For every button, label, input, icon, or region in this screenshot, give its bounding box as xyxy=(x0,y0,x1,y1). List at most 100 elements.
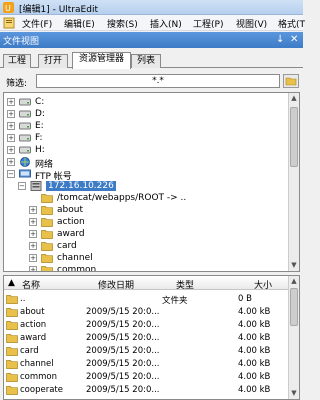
file-name: common xyxy=(20,372,58,382)
tree-item-label: channel xyxy=(57,253,93,263)
menu-format[interactable]: 格式(T xyxy=(278,17,305,30)
scroll-up-icon[interactable]: ▲ xyxy=(289,276,299,286)
file-size: 0 B xyxy=(238,294,252,304)
expand-icon[interactable]: + xyxy=(29,266,37,271)
sort-up-icon[interactable]: ▲ xyxy=(8,278,15,288)
tree-item-label: card xyxy=(57,241,77,251)
tab-explorer[interactable]: 资源管理器 xyxy=(72,52,131,69)
tree-item-label: common xyxy=(57,265,97,272)
file-size: 4.00 kB xyxy=(238,333,271,343)
expand-icon[interactable]: + xyxy=(29,218,37,226)
file-list[interactable]: ▲ 名称 修改日期 类型 大小 .. 文件夹 0 B about 2009/5/… xyxy=(3,275,300,400)
file-name: cooperate xyxy=(20,385,63,395)
tree-item-label: about xyxy=(57,205,83,215)
drive-icon xyxy=(19,134,31,142)
tree-item-label: action xyxy=(57,217,85,227)
tab-list[interactable]: 列表 xyxy=(131,54,161,68)
scroll-thumb[interactable] xyxy=(290,107,298,167)
list-item[interactable]: cooperate 2009/5/15 20:0... 4.00 kB xyxy=(4,385,290,396)
file-size: 4.00 kB xyxy=(238,346,271,356)
expand-icon[interactable]: + xyxy=(7,98,15,106)
menu-file[interactable]: 文件(F) xyxy=(22,17,52,30)
scroll-down-icon[interactable]: ▼ xyxy=(289,260,299,270)
list-scrollbar[interactable]: ▲ ▼ xyxy=(288,276,299,399)
folder-icon xyxy=(6,360,18,369)
folder-icon xyxy=(41,194,53,203)
folder-icon xyxy=(41,242,53,251)
expand-icon[interactable]: + xyxy=(7,122,15,130)
file-date: 2009/5/15 20:0... xyxy=(86,333,160,343)
folder-icon xyxy=(41,218,53,227)
folder-icon xyxy=(41,230,53,239)
close-icon[interactable]: ✕ xyxy=(290,34,298,45)
document-icon[interactable] xyxy=(3,17,15,29)
file-size: 4.00 kB xyxy=(238,307,271,317)
menu-edit[interactable]: 编辑(E) xyxy=(64,17,95,30)
expand-icon[interactable]: + xyxy=(29,230,37,238)
expand-icon[interactable]: + xyxy=(29,254,37,262)
window-title: [编辑1] - UltraEdit xyxy=(19,5,98,15)
column-header-size[interactable]: 大小 xyxy=(254,278,272,291)
column-header-name[interactable]: 名称 xyxy=(22,278,40,291)
tree-scrollbar[interactable]: ▲ ▼ xyxy=(288,93,299,271)
file-date: 2009/5/15 20:0... xyxy=(86,307,160,317)
ultraedit-app-icon: U xyxy=(3,2,14,13)
collapse-icon[interactable]: − xyxy=(18,182,26,190)
tree-item-label: C: xyxy=(35,97,45,107)
file-name: about xyxy=(20,307,45,317)
menu-bar: 文件(F) 编辑(E) 搜索(S) 插入(N) 工程(P) 视图(V) 格式(T xyxy=(0,15,305,31)
tab-project[interactable]: 工程 xyxy=(3,54,31,68)
drive-icon xyxy=(19,110,31,118)
folder-icon xyxy=(41,254,53,263)
expand-icon[interactable]: + xyxy=(29,206,37,214)
tree-item-label: award xyxy=(57,229,85,239)
file-size: 4.00 kB xyxy=(238,385,271,395)
list-item[interactable]: action 2009/5/15 20:0... 4.00 kB xyxy=(4,320,290,331)
folder-icon xyxy=(6,308,18,317)
file-date: 2009/5/15 20:0... xyxy=(86,359,160,369)
expand-icon[interactable]: + xyxy=(7,134,15,142)
expand-icon[interactable]: + xyxy=(7,110,15,118)
expand-icon[interactable]: + xyxy=(29,242,37,250)
folder-icon xyxy=(6,334,18,343)
filter-input[interactable]: *.* xyxy=(36,74,280,88)
svg-text:U: U xyxy=(5,4,11,13)
browse-folder-icon[interactable] xyxy=(283,74,299,88)
list-header: ▲ 名称 修改日期 类型 大小 xyxy=(4,276,290,291)
list-item[interactable]: common 2009/5/15 20:0... 4.00 kB xyxy=(4,372,290,383)
file-date: 2009/5/15 20:0... xyxy=(86,346,160,356)
list-item[interactable]: card 2009/5/15 20:0... 4.00 kB xyxy=(4,346,290,357)
drive-icon xyxy=(19,122,31,130)
tree-item-label: D: xyxy=(35,109,45,119)
list-item[interactable]: .. 文件夹 0 B xyxy=(4,294,290,306)
filter-bar: 筛选: *.* xyxy=(0,72,303,90)
file-name: action xyxy=(20,320,47,330)
tree-item-label: H: xyxy=(35,145,45,155)
scroll-down-icon[interactable]: ▼ xyxy=(289,388,299,398)
pin-icon[interactable]: ↓ xyxy=(276,34,284,45)
explorer-tree[interactable]: + C: + D: + E: + F: + H: + 网络 − FTP 帐号 −… xyxy=(3,92,300,272)
collapse-icon[interactable]: − xyxy=(7,170,15,178)
folder-icon xyxy=(41,266,53,271)
menu-insert[interactable]: 插入(N) xyxy=(150,17,182,30)
tree-item-label: /tomcat/webapps/ROOT -> .. xyxy=(57,193,187,203)
menu-view[interactable]: 视图(V) xyxy=(236,17,267,30)
expand-icon[interactable]: + xyxy=(7,158,15,166)
folder-icon xyxy=(41,206,53,215)
tab-open[interactable]: 打开 xyxy=(38,54,68,68)
drive-icon xyxy=(19,98,31,106)
list-item[interactable]: about 2009/5/15 20:0... 4.00 kB xyxy=(4,307,290,318)
list-item[interactable]: award 2009/5/15 20:0... 4.00 kB xyxy=(4,333,290,344)
column-header-date[interactable]: 修改日期 xyxy=(98,278,134,291)
server-icon xyxy=(30,181,42,191)
scroll-up-icon[interactable]: ▲ xyxy=(289,93,299,103)
panel-title: 文件视图 xyxy=(3,37,40,47)
file-size: 4.00 kB xyxy=(238,359,271,369)
menu-search[interactable]: 搜索(S) xyxy=(107,17,138,30)
expand-icon[interactable]: + xyxy=(7,146,15,154)
scroll-thumb[interactable] xyxy=(290,288,298,326)
list-item[interactable]: channel 2009/5/15 20:0... 4.00 kB xyxy=(4,359,290,370)
menu-project[interactable]: 工程(P) xyxy=(193,17,223,30)
column-header-type[interactable]: 类型 xyxy=(176,278,194,291)
file-view-panel-header: 文件视图 ↓ ✕ xyxy=(0,32,303,48)
